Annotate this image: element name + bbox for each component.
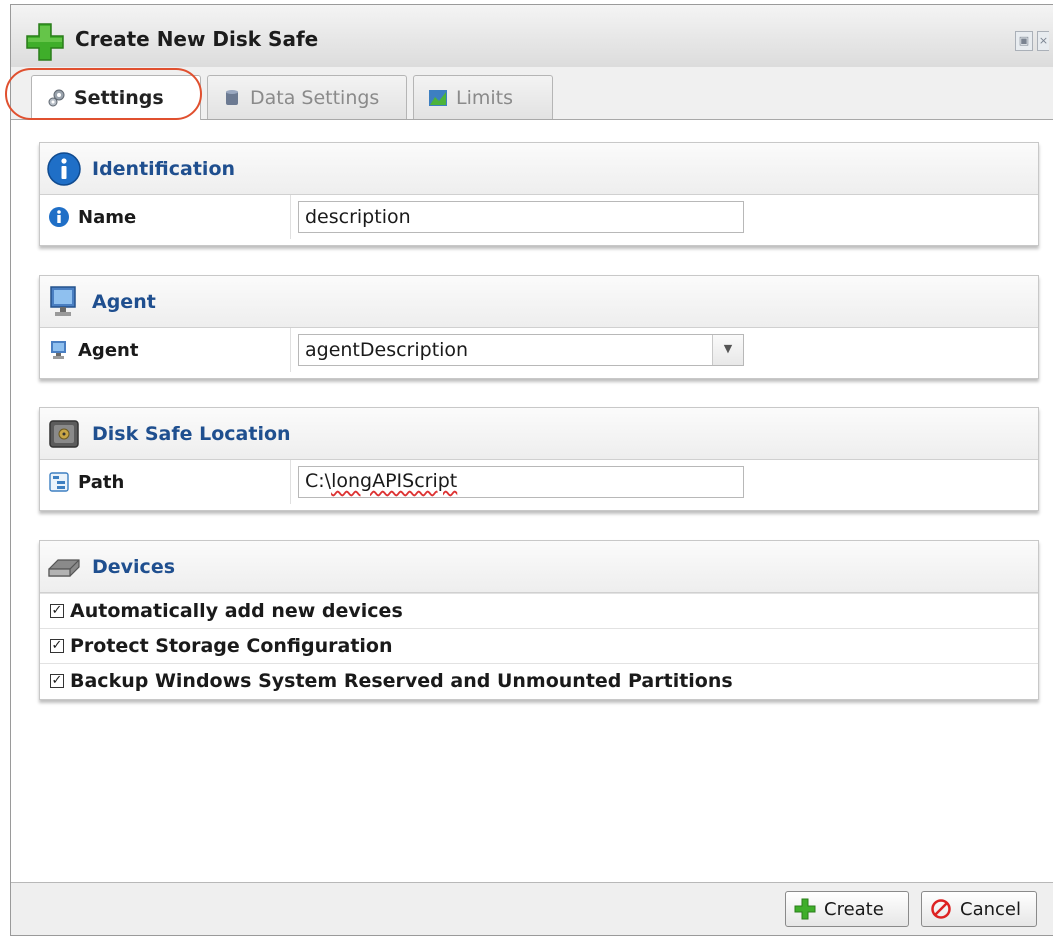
checkbox-checked[interactable]: ✓ <box>50 639 64 653</box>
dialog-titlebar: Create New Disk Safe ▣ × <box>11 5 1053 68</box>
agent-label-wrap: Agent <box>48 328 138 372</box>
close-button[interactable]: × <box>1037 31 1049 51</box>
path-misspelled-text: longAPIScript <box>331 470 458 492</box>
info-icon <box>47 151 81 186</box>
name-label: Name <box>78 206 137 228</box>
tab-limits[interactable]: Limits <box>413 75 553 119</box>
devices-panel: Devices ✓ Automatically add new devices … <box>39 540 1039 700</box>
devices-title: Devices <box>92 555 176 578</box>
option-label: Protect Storage Configuration <box>70 635 393 657</box>
row-divider <box>290 460 291 504</box>
settings-content: Identification Name description Agent Ag… <box>11 120 1053 883</box>
path-prefix: C:\ <box>305 470 332 492</box>
tab-strip: Settings Data Settings Limits <box>11 67 1053 120</box>
cancel-label: Cancel <box>960 898 1021 920</box>
agent-title: Agent <box>92 290 156 313</box>
path-input[interactable]: C:\longAPIScript <box>298 466 744 498</box>
identification-panel: Identification Name <box>39 142 1039 246</box>
safe-icon <box>49 419 79 448</box>
computer-small-icon <box>51 341 66 359</box>
agent-panel: Agent Agent agentDescription ▼ <box>39 275 1039 379</box>
name-row: Name <box>40 195 1038 239</box>
location-header: Disk Safe Location <box>40 408 1038 460</box>
agent-row: Agent agentDescription ▼ <box>40 328 1038 372</box>
green-plus-icon <box>26 23 64 61</box>
chart-icon <box>429 89 447 106</box>
cancel-button[interactable]: Cancel <box>921 891 1037 927</box>
row-divider <box>290 195 291 239</box>
info-small-icon <box>49 207 69 227</box>
cancel-icon <box>931 899 951 919</box>
create-button[interactable]: Create <box>785 891 909 927</box>
agent-select-value: agentDescription <box>305 339 469 361</box>
create-disk-safe-dialog: Create New Disk Safe ▣ × Settings Data S… <box>10 4 1053 936</box>
auto-add-devices-option[interactable]: ✓ Automatically add new devices <box>40 593 1038 628</box>
gears-icon <box>48 89 65 107</box>
location-panel: Disk Safe Location Path C:\longAPIScript <box>39 407 1039 511</box>
identification-title: Identification <box>92 157 236 180</box>
devices-header: Devices <box>40 541 1038 593</box>
protect-storage-option[interactable]: ✓ Protect Storage Configuration <box>40 628 1038 663</box>
location-title: Disk Safe Location <box>92 422 291 445</box>
option-label: Automatically add new devices <box>70 600 403 622</box>
database-icon <box>226 89 238 105</box>
name-label-wrap: Name <box>48 195 136 239</box>
folder-tree-icon <box>49 472 69 492</box>
create-label: Create <box>824 898 884 920</box>
chevron-down-icon[interactable]: ▼ <box>712 335 743 365</box>
tab-limits-label: Limits <box>456 86 513 109</box>
green-plus-icon <box>794 898 816 920</box>
path-label: Path <box>78 471 125 493</box>
path-label-wrap: Path <box>48 460 124 504</box>
checkbox-checked[interactable]: ✓ <box>50 604 64 618</box>
agent-label: Agent <box>78 339 139 361</box>
tab-settings-label: Settings <box>74 87 164 109</box>
checkbox-checked[interactable]: ✓ <box>50 674 64 688</box>
agent-header: Agent <box>40 276 1038 328</box>
option-label: Backup Windows System Reserved and Unmou… <box>70 670 733 692</box>
identification-header: Identification <box>40 143 1038 195</box>
maximize-button[interactable]: ▣ <box>1015 31 1033 51</box>
backup-reserved-option[interactable]: ✓ Backup Windows System Reserved and Unm… <box>40 663 1038 698</box>
agent-select[interactable]: agentDescription ▼ <box>298 334 744 366</box>
tab-data-settings[interactable]: Data Settings <box>207 75 407 119</box>
dialog-title: Create New Disk Safe <box>75 27 319 51</box>
name-input[interactable] <box>298 201 744 233</box>
computer-icon <box>50 285 76 316</box>
tab-data-settings-label: Data Settings <box>250 86 380 109</box>
path-row: Path C:\longAPIScript <box>40 460 1038 504</box>
hard-drive-icon <box>48 558 80 577</box>
row-divider <box>290 328 291 372</box>
dialog-footer: Create Cancel <box>11 882 1053 935</box>
tab-settings[interactable]: Settings <box>31 75 201 120</box>
